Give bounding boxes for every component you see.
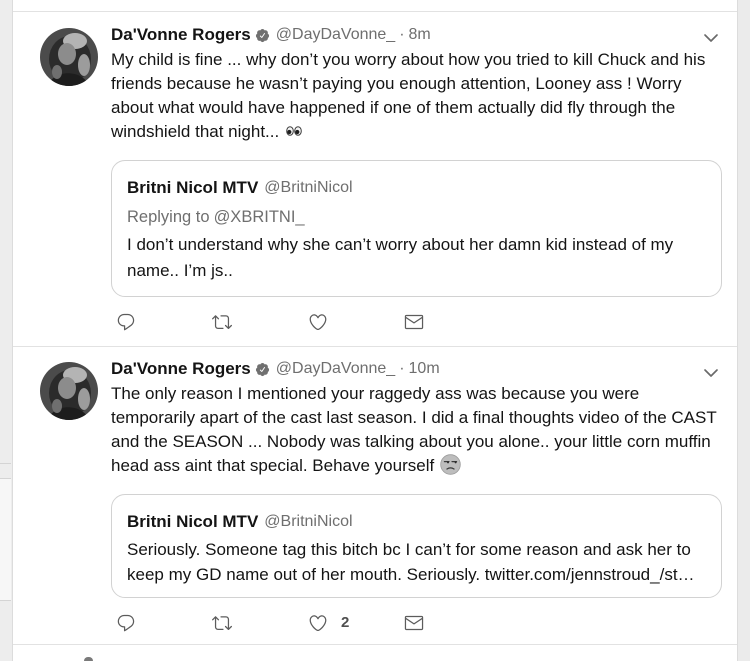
- retweet-button[interactable]: [207, 312, 303, 332]
- quoted-text-line: keep my GD name out of her mouth. Seriou…: [127, 565, 695, 584]
- quoted-text-line: Seriously. Someone tag this bitch bc I c…: [127, 540, 691, 559]
- direct-message-button[interactable]: [399, 613, 495, 633]
- meta-separator: ·: [399, 26, 405, 43]
- like-button[interactable]: 2: [303, 613, 399, 633]
- author-name[interactable]: Da'Vonne Rogers: [111, 359, 251, 379]
- heart-icon: [309, 314, 327, 331]
- quoted-tweet-text: Seriously. Someone tag this bitch bc I c…: [127, 537, 706, 587]
- tweet-text-fragment: windshield that night...: [111, 122, 280, 141]
- author-name[interactable]: Da'Vonne Rogers: [111, 25, 251, 45]
- quoted-author-handle: @BritniNicol: [264, 179, 353, 196]
- retweet-icon: [212, 315, 232, 330]
- avatar[interactable]: [40, 28, 98, 86]
- avatar[interactable]: [40, 362, 98, 420]
- quoted-tweet-text: I don’t understand why she can’t worry a…: [127, 232, 706, 284]
- left-side-panel: [0, 478, 11, 601]
- quoted-tweet[interactable]: Britni Nicol MTV @BritniNicol Seriously.…: [111, 494, 722, 598]
- quoted-tweet-header: Britni Nicol MTV @BritniNicol: [127, 175, 706, 201]
- verified-badge-icon: [255, 28, 269, 42]
- heart-icon: [309, 615, 327, 632]
- quoted-text-line: I don’t understand why she can’t worry a…: [127, 235, 674, 254]
- tweet-text: The only reason I mentioned your raggedy…: [111, 382, 723, 478]
- tweet-text-line: friends because he wasn’t paying you eno…: [111, 74, 682, 93]
- timeline[interactable]: Da'Vonne Rogers @DayDaVonne_ · 8m My chi…: [12, 0, 738, 661]
- previous-tweet-edge: [13, 0, 737, 12]
- quoted-tweet[interactable]: Britni Nicol MTV @BritniNicol Replying t…: [111, 160, 722, 297]
- reply-button[interactable]: [111, 613, 207, 633]
- retweet-icon: [212, 616, 232, 631]
- quoted-author-handle: @BritniNicol: [264, 513, 353, 530]
- tweet-text-line-last: head ass aint that special. Behave yours…: [111, 454, 723, 478]
- envelope-icon: [404, 615, 424, 631]
- left-panel-divider: [0, 463, 11, 464]
- direct-message-button[interactable]: [399, 312, 495, 332]
- tweet-text-line-last: windshield that night...: [111, 120, 723, 144]
- like-button[interactable]: [303, 312, 399, 332]
- meta-separator: ·: [399, 360, 405, 377]
- page-left-edge: [0, 0, 12, 661]
- avatar-image: [40, 28, 98, 86]
- replying-to: Replying to @XBRITNI_: [127, 203, 706, 231]
- like-count: 2: [341, 614, 350, 631]
- tweet-text: My child is fine ... why don’t you worry…: [111, 48, 723, 144]
- retweet-button[interactable]: [207, 613, 303, 633]
- tweet-text-line: My child is fine ... why don’t you worry…: [111, 50, 706, 69]
- next-tweet-avatar-edge: [84, 657, 93, 661]
- tweet-text-line: and the SEASON ... Nobody was talking ab…: [111, 432, 711, 451]
- tweet[interactable]: Da'Vonne Rogers @DayDaVonne_ · 10m The o…: [13, 347, 737, 645]
- tweet-timestamp[interactable]: 10m: [409, 359, 440, 379]
- quoted-text-line: name.. I’m js..: [127, 261, 233, 280]
- quoted-author-name: Britni Nicol MTV: [127, 512, 259, 531]
- tweet-actions: 2: [111, 613, 723, 633]
- tweet-content: Da'Vonne Rogers @DayDaVonne_ · 8m My chi…: [111, 25, 723, 332]
- envelope-icon: [404, 314, 424, 330]
- quoted-tweet-header: Britni Nicol MTV @BritniNicol: [127, 509, 706, 535]
- tweet-text-fragment: head ass aint that special. Behave yours…: [111, 456, 435, 475]
- tweet-timestamp[interactable]: 8m: [409, 25, 431, 45]
- reply-icon: [117, 313, 135, 331]
- verified-badge-icon: [255, 362, 269, 376]
- avatar-image: [40, 362, 98, 420]
- tweet-header: Da'Vonne Rogers @DayDaVonne_ · 10m: [111, 359, 723, 379]
- next-tweet-edge: [13, 645, 737, 661]
- reply-icon: [117, 614, 135, 632]
- tweet-actions: [111, 312, 723, 332]
- author-handle[interactable]: @DayDaVonne_: [276, 359, 395, 379]
- tweet-text-line: temporarily apart of the cast last seaso…: [111, 408, 717, 427]
- reply-button[interactable]: [111, 312, 207, 332]
- quoted-author-name: Britni Nicol MTV: [127, 178, 259, 197]
- unamused-face-emoji: [440, 454, 461, 475]
- tweet-header: Da'Vonne Rogers @DayDaVonne_ · 8m: [111, 25, 723, 45]
- replying-to-handle[interactable]: @XBRITNI_: [214, 208, 305, 226]
- tweet[interactable]: Da'Vonne Rogers @DayDaVonne_ · 8m My chi…: [13, 12, 737, 347]
- tweet-content: Da'Vonne Rogers @DayDaVonne_ · 10m The o…: [111, 359, 723, 633]
- replying-to-label: Replying to: [127, 208, 210, 226]
- tweet-text-line: about what would have happened if one of…: [111, 98, 676, 117]
- eyes-emoji: [286, 126, 303, 136]
- author-handle[interactable]: @DayDaVonne_: [276, 25, 395, 45]
- tweet-text-line: The only reason I mentioned your raggedy…: [111, 384, 640, 403]
